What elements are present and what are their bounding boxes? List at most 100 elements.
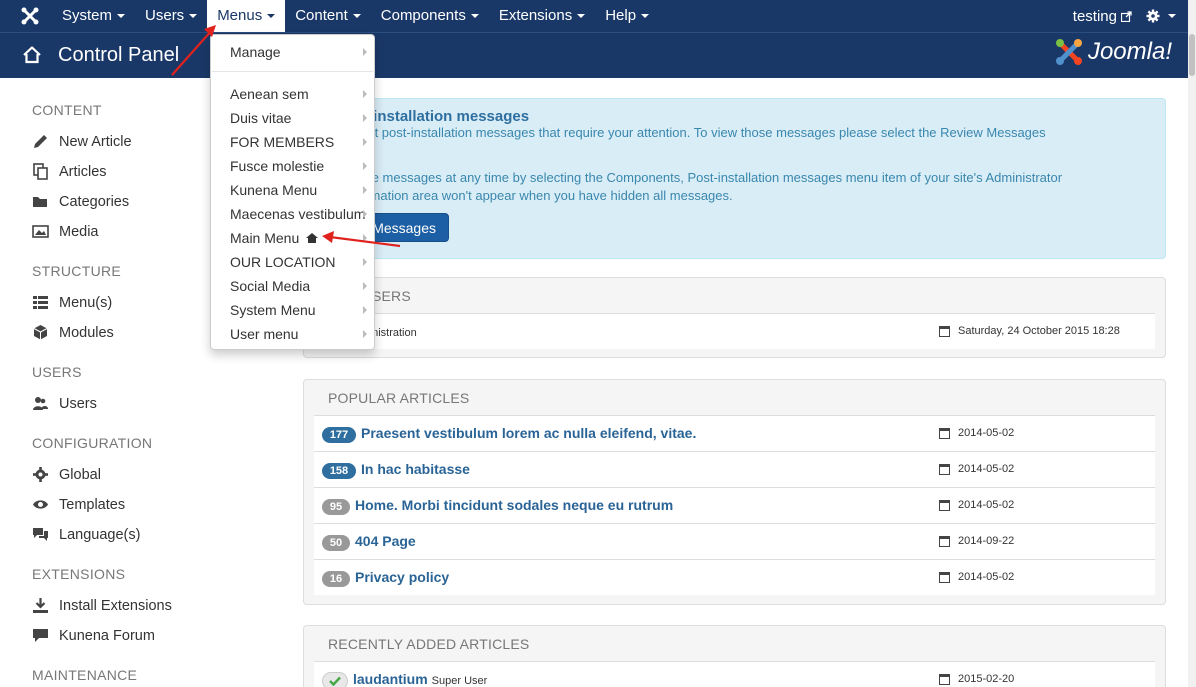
dropdown-item-main-menu[interactable]: Main Menu bbox=[211, 226, 376, 250]
sidebar-item-install-extensions[interactable]: Install Extensions bbox=[32, 597, 172, 614]
article-link[interactable]: Praesent vestibulum lorem ac nulla eleif… bbox=[361, 425, 696, 441]
menu-label: Help bbox=[605, 7, 637, 24]
submenu-arrow-icon bbox=[363, 48, 367, 56]
dropdown-item-social-media[interactable]: Social Media bbox=[211, 274, 376, 298]
article-link[interactable]: In hac habitasse bbox=[361, 461, 470, 477]
sidebar-item-label: Global bbox=[59, 466, 101, 483]
article-author: Super User bbox=[431, 675, 488, 687]
dropdown-item-user-menu[interactable]: User menu bbox=[211, 322, 376, 346]
comment-icon bbox=[33, 629, 48, 642]
calendar-icon bbox=[939, 499, 950, 511]
table-row: 50 404 Page 2014-09-22 bbox=[314, 523, 1155, 559]
sidebar-item-label: Templates bbox=[59, 496, 126, 513]
date-text: 2014-05-02 bbox=[958, 463, 1015, 475]
post-install-alert: e post-installation messages important p… bbox=[303, 98, 1166, 259]
sidebar-item-templates[interactable]: Templates bbox=[32, 496, 125, 513]
cog-icon bbox=[33, 467, 48, 482]
menu-system[interactable]: System bbox=[52, 0, 135, 32]
dropdown-item-for-members[interactable]: FOR MEMBERS bbox=[211, 130, 376, 154]
hits-badge: 158 bbox=[322, 463, 356, 479]
home-icon bbox=[23, 46, 41, 64]
page-title: Control Panel bbox=[58, 44, 180, 66]
sidebar-heading-configuration: CONFIGURATION bbox=[32, 435, 153, 451]
article-link[interactable]: Home. Morbi tincidunt sodales neque eu r… bbox=[355, 497, 673, 513]
calendar-icon bbox=[939, 535, 950, 547]
menu-users[interactable]: Users bbox=[135, 0, 207, 32]
sidebar-item-label: Kunena Forum bbox=[59, 627, 155, 644]
alert-text: important post-installation messages tha… bbox=[324, 125, 1046, 140]
menu-help[interactable]: Help bbox=[595, 0, 659, 32]
dropdown-item-label: Maecenas vestibulum bbox=[230, 206, 366, 222]
hits-badge: 16 bbox=[322, 571, 350, 587]
date-text: 2014-05-02 bbox=[958, 571, 1015, 583]
article-link[interactable]: laudantium Super User bbox=[353, 671, 487, 687]
dropdown-item-duis-vitae[interactable]: Duis vitae bbox=[211, 106, 376, 130]
view-site-link[interactable]: testing bbox=[1073, 8, 1132, 25]
main-menu: System Users Menus Content Components Ex… bbox=[52, 0, 659, 32]
submenu-arrow-icon bbox=[363, 90, 367, 98]
sidebar-item-media[interactable]: Media bbox=[32, 223, 99, 240]
submenu-arrow-icon bbox=[363, 186, 367, 194]
sidebar-item-categories[interactable]: Categories bbox=[32, 193, 129, 210]
scrollbar[interactable] bbox=[1188, 0, 1196, 687]
sidebar-item-label: Users bbox=[59, 395, 97, 412]
panel-title: RECENTLY ADDED ARTICLES bbox=[328, 636, 530, 652]
dropdown-item-maecenas-vestibulum[interactable]: Maecenas vestibulum bbox=[211, 202, 376, 226]
menu-components[interactable]: Components bbox=[371, 0, 489, 32]
calendar-icon bbox=[939, 325, 950, 337]
row-date: 2014-09-22 bbox=[939, 535, 1014, 547]
menu-menus[interactable]: Menus bbox=[207, 0, 286, 32]
dropdown-item-label: Main Menu bbox=[230, 230, 300, 246]
dropdown-item-system-menu[interactable]: System Menu bbox=[211, 298, 376, 322]
dropdown-item-aenean-sem[interactable]: Aenean sem bbox=[211, 82, 376, 106]
dropdown-item-label: Aenean sem bbox=[230, 86, 309, 102]
dropdown-item-label: Manage bbox=[230, 44, 281, 60]
article-link[interactable]: 404 Page bbox=[355, 533, 416, 549]
dropdown-item-kunena-menu[interactable]: Kunena Menu bbox=[211, 178, 376, 202]
sidebar-item-languages[interactable]: Language(s) bbox=[32, 526, 140, 543]
caret-down-icon bbox=[470, 14, 479, 18]
alert-text: his information area won't appear when y… bbox=[324, 188, 733, 203]
brand-name: Joomla! bbox=[1087, 38, 1172, 65]
sidebar-item-modules[interactable]: Modules bbox=[32, 324, 114, 341]
dropdown-item-manage[interactable]: Manage bbox=[211, 40, 376, 64]
image-icon bbox=[32, 225, 49, 238]
alert-text: ow. bbox=[324, 142, 1144, 160]
table-row: 158 In hac habitasse 2014-05-02 bbox=[314, 451, 1155, 487]
panel-title: POPULAR ARTICLES bbox=[328, 390, 470, 406]
menu-content[interactable]: Content bbox=[285, 0, 371, 32]
top-navbar: System Users Menus Content Components Ex… bbox=[0, 0, 1196, 32]
username: testing bbox=[1072, 7, 1117, 25]
sidebar-item-label: Modules bbox=[59, 324, 114, 341]
menu-label: Extensions bbox=[498, 7, 573, 24]
joomla-logo-icon[interactable] bbox=[20, 6, 40, 26]
dropdown-item-fusce-molestie[interactable]: Fusce molestie bbox=[211, 154, 376, 178]
row-date: Saturday, 24 October 2015 18:28 bbox=[939, 325, 1120, 337]
folder-icon bbox=[33, 197, 47, 207]
row-date: 2014-05-02 bbox=[939, 571, 1014, 583]
sidebar-item-global[interactable]: Global bbox=[32, 466, 101, 483]
dropdown-item-our-location[interactable]: OUR LOCATION bbox=[211, 250, 376, 274]
popular-articles-panel: POPULAR ARTICLES 177 Praesent vestibulum… bbox=[303, 379, 1166, 605]
sidebar-item-users[interactable]: Users bbox=[32, 395, 97, 412]
copy-icon bbox=[33, 163, 48, 180]
article-link[interactable]: Privacy policy bbox=[355, 569, 449, 585]
sidebar-item-menus[interactable]: Menu(s) bbox=[32, 294, 112, 311]
scrollbar-thumb[interactable] bbox=[1189, 34, 1195, 76]
submenu-arrow-icon bbox=[363, 114, 367, 122]
sidebar-item-articles[interactable]: Articles bbox=[32, 163, 107, 180]
logged-in-users-panel: D-IN USERS serAdministration Saturday, 2… bbox=[303, 277, 1166, 358]
download-icon bbox=[33, 598, 48, 613]
joomla-logo-icon bbox=[1055, 39, 1082, 65]
home-icon bbox=[306, 233, 319, 243]
sidebar-item-kunena-forum[interactable]: Kunena Forum bbox=[32, 627, 155, 644]
sidebar-item-new-article[interactable]: New Article bbox=[32, 133, 132, 150]
submenu-arrow-icon bbox=[363, 234, 367, 242]
menu-extensions[interactable]: Extensions bbox=[489, 0, 595, 32]
settings-menu[interactable] bbox=[1146, 9, 1176, 23]
submenu-arrow-icon bbox=[363, 162, 367, 170]
published-status[interactable] bbox=[322, 672, 348, 687]
menus-dropdown: Manage Aenean sem Duis vitae FOR MEMBERS… bbox=[210, 34, 375, 350]
pencil-icon bbox=[34, 135, 47, 148]
table-row: 177 Praesent vestibulum lorem ac nulla e… bbox=[314, 415, 1155, 451]
